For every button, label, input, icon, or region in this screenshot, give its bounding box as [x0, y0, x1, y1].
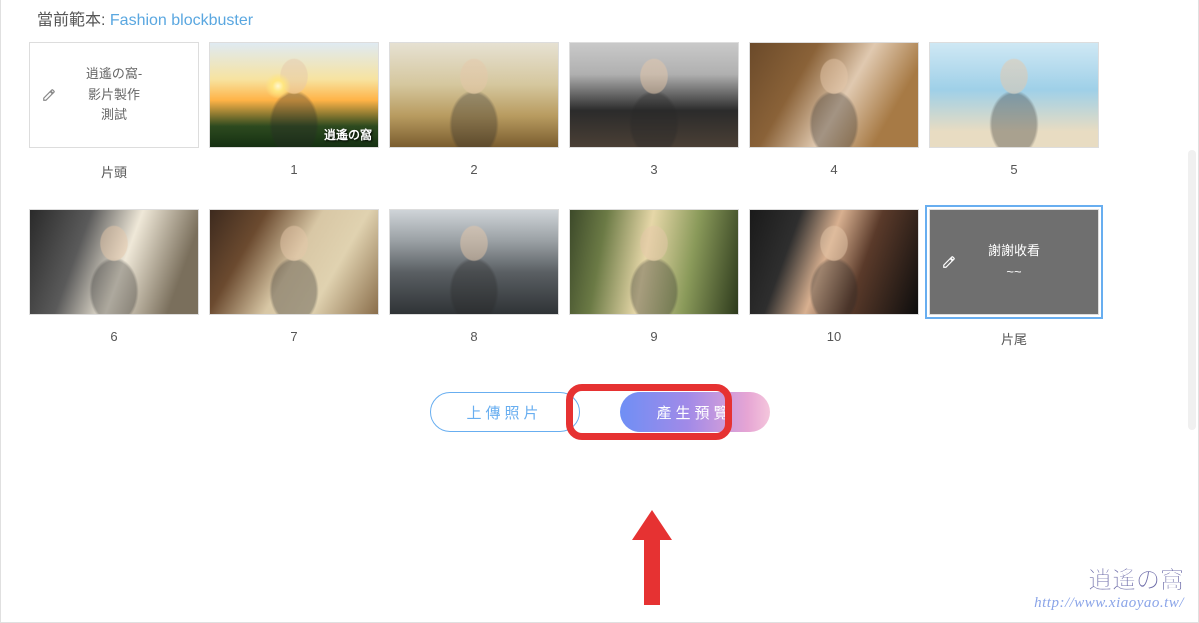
slot-text: 逍遙の窩- 影片製作 測試	[64, 64, 164, 126]
photo-slot[interactable]	[209, 209, 379, 315]
edit-icon	[42, 88, 56, 102]
photo-placeholder	[750, 210, 918, 314]
photo-placeholder	[930, 43, 1098, 147]
slot-caption: 片頭	[101, 162, 127, 181]
slot-cell: 2	[389, 42, 559, 181]
preview-button[interactable]: 產生預覽	[620, 392, 770, 432]
upload-button[interactable]: 上傳照片	[430, 392, 580, 432]
text-slot[interactable]: 逍遙の窩- 影片製作 測試	[29, 42, 199, 148]
edit-icon	[942, 255, 956, 269]
slot-cell: 4	[749, 42, 919, 181]
photo-placeholder	[210, 210, 378, 314]
action-buttons: 上傳照片 產生預覽	[1, 392, 1198, 432]
photo-placeholder	[750, 43, 918, 147]
slot-caption: 5	[1010, 162, 1017, 177]
template-header: 當前範本: Fashion blockbuster	[1, 0, 1198, 42]
photo-slot[interactable]	[929, 42, 1099, 148]
photo-placeholder	[390, 210, 558, 314]
slot-caption: 7	[290, 329, 297, 344]
photo-placeholder	[390, 43, 558, 147]
site-watermark: 逍遙の窩 http://www.xiaoyao.tw/	[1034, 560, 1184, 612]
slot-cell: 5	[929, 42, 1099, 181]
photo-slot[interactable]	[749, 42, 919, 148]
slot-cell: 逍遙の窩- 影片製作 測試片頭	[29, 42, 199, 181]
slot-caption: 10	[827, 329, 841, 344]
slot-cell: 9	[569, 209, 739, 348]
slot-grid: 逍遙の窩- 影片製作 測試片頭逍遙の窩12345678910謝謝收看 ~~片尾	[1, 42, 1198, 348]
slot-text: 謝謝收看 ~~	[966, 241, 1062, 283]
slot-caption: 3	[650, 162, 657, 177]
template-name-link[interactable]: Fashion blockbuster	[110, 12, 253, 29]
template-label: 當前範本:	[37, 12, 110, 29]
photo-slot[interactable]	[389, 209, 559, 315]
scrollbar-track[interactable]	[1188, 150, 1196, 430]
slot-caption: 4	[830, 162, 837, 177]
slot-cell: 10	[749, 209, 919, 348]
photo-slot[interactable]	[569, 209, 739, 315]
text-slot[interactable]: 謝謝收看 ~~	[929, 209, 1099, 315]
slot-cell: 3	[569, 42, 739, 181]
photo-placeholder	[570, 43, 738, 147]
slot-caption: 8	[470, 329, 477, 344]
photo-watermark: 逍遙の窩	[324, 126, 372, 143]
slot-cell: 6	[29, 209, 199, 348]
slot-caption: 片尾	[1001, 329, 1027, 348]
photo-slot[interactable]	[569, 42, 739, 148]
photo-slot[interactable]	[29, 209, 199, 315]
slot-cell: 逍遙の窩 1	[209, 42, 379, 181]
slot-caption: 9	[650, 329, 657, 344]
watermark-title: 逍遙の窩	[1034, 560, 1184, 595]
slot-cell: 謝謝收看 ~~ 片尾	[929, 209, 1099, 348]
sun-decoration	[265, 73, 291, 99]
photo-placeholder	[570, 210, 738, 314]
slot-cell: 7	[209, 209, 379, 348]
slot-caption: 6	[110, 329, 117, 344]
photo-placeholder	[30, 210, 198, 314]
photo-slot[interactable]	[389, 42, 559, 148]
watermark-url: http://www.xiaoyao.tw/	[1034, 595, 1184, 612]
photo-slot[interactable]: 逍遙の窩	[209, 42, 379, 148]
slot-caption: 2	[470, 162, 477, 177]
tutorial-arrow-icon	[632, 510, 672, 610]
photo-slot[interactable]	[749, 209, 919, 315]
slot-cell: 8	[389, 209, 559, 348]
slot-caption: 1	[290, 162, 297, 177]
